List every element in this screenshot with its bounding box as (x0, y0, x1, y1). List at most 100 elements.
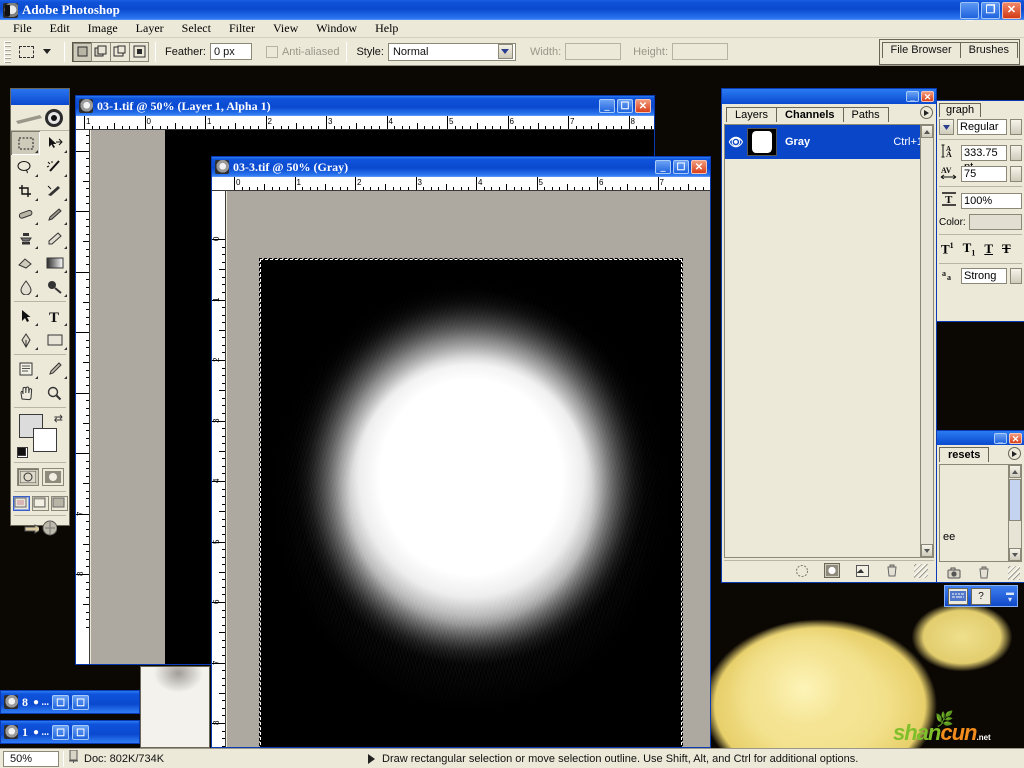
presets-list[interactable]: ee (939, 464, 1022, 562)
scroll-down-button[interactable] (1009, 548, 1021, 561)
doc1-maximize-button[interactable]: ☐ (617, 99, 633, 113)
new-selection-button[interactable] (72, 41, 92, 62)
default-colors-icon[interactable] (17, 447, 28, 458)
eyedropper-tool[interactable] (40, 357, 69, 381)
full-screen-menu-mode-button[interactable] (31, 496, 49, 511)
tab-paragraph[interactable]: graph (939, 103, 982, 117)
menu-item-image[interactable]: Image (79, 20, 127, 37)
min8-restore-button[interactable]: ☐ (52, 694, 70, 710)
path-selection-tool[interactable] (11, 304, 40, 328)
options-bar-grip[interactable] (4, 40, 11, 63)
gradient-tool[interactable] (40, 251, 69, 275)
min8-maximize-button[interactable]: ☐ (72, 694, 90, 710)
scroll-up-button[interactable] (1009, 465, 1021, 478)
delete-preset-icon[interactable] (977, 565, 991, 580)
presets-minimize-button[interactable]: _ (994, 432, 1007, 444)
chevron-down-icon[interactable] (497, 44, 513, 59)
document-window-03-3[interactable]: 03-3.tif @ 50% (Gray) _ ☐ ✕ 01234567 012… (211, 156, 711, 748)
create-new-preset-icon[interactable] (947, 565, 961, 580)
channels-scrollbar[interactable] (920, 125, 933, 557)
menu-item-view[interactable]: View (264, 20, 307, 37)
palette-resize-grip[interactable] (914, 563, 928, 578)
blur-tool[interactable] (11, 275, 40, 299)
add-to-selection-button[interactable] (91, 41, 111, 62)
document-info[interactable]: Doc: 802K/734K (68, 749, 368, 767)
notes-tool[interactable] (11, 357, 40, 381)
width-input[interactable] (565, 43, 622, 60)
font-style-input[interactable]: Regular (957, 119, 1007, 135)
brush-tool[interactable] (40, 203, 69, 227)
minimized-document-8[interactable]: 8 ● ... ☐ ☐ (0, 690, 140, 714)
eraser-tool[interactable] (11, 251, 40, 275)
intersect-with-selection-button[interactable] (129, 41, 149, 62)
superscript-button[interactable]: T1 (941, 241, 954, 257)
keyboard-icon[interactable] (948, 587, 968, 605)
doc1-minimize-button[interactable]: _ (599, 99, 615, 113)
jump-to-other-icon[interactable] (41, 520, 57, 535)
zoom-tool[interactable] (40, 381, 69, 405)
underline-button[interactable]: T (984, 241, 993, 257)
language-bar-chevrons[interactable]: ▬ ▾ (1006, 589, 1014, 604)
palette-tab-file-browser[interactable]: File Browser (881, 41, 961, 58)
pen-tool[interactable] (11, 328, 40, 352)
delete-channel-icon[interactable] (884, 563, 900, 578)
full-screen-mode-button[interactable] (50, 496, 68, 511)
restore-button[interactable]: ❐ (981, 1, 1000, 19)
menu-item-edit[interactable]: Edit (41, 20, 79, 37)
standard-mode-button[interactable] (16, 468, 39, 486)
scrollbar-thumb[interactable] (1009, 479, 1021, 521)
help-icon[interactable]: ? (971, 587, 991, 605)
crop-tool[interactable] (11, 179, 40, 203)
doc2-canvas[interactable] (227, 191, 710, 747)
minimized-document-1[interactable]: 1 ● ... ☐ ☐ (0, 720, 140, 744)
palette-menu-icon[interactable] (920, 106, 933, 119)
create-new-channel-icon[interactable] (854, 563, 870, 578)
palette-menu-icon[interactable] (1008, 447, 1021, 460)
vertical-ruler-doc2[interactable]: 012345678 (212, 191, 226, 747)
background-color-swatch[interactable] (33, 428, 57, 452)
style-select[interactable]: Normal (387, 42, 516, 61)
doc2-minimize-button[interactable]: _ (655, 160, 671, 174)
vertical-ruler-doc1[interactable]: 78 (76, 130, 90, 664)
preset-list-item[interactable]: ee (943, 531, 955, 543)
min1-restore-button[interactable]: ☐ (52, 724, 70, 740)
zoom-level-input[interactable]: 50% (3, 750, 59, 767)
toolbox-title-bar[interactable] (11, 89, 69, 105)
doc2-maximize-button[interactable]: ☐ (673, 160, 689, 174)
menu-item-help[interactable]: Help (366, 20, 407, 37)
lasso-tool[interactable] (11, 155, 40, 179)
magic-wand-tool[interactable] (40, 155, 69, 179)
doc2-close-button[interactable]: ✕ (691, 160, 707, 174)
menu-item-layer[interactable]: Layer (127, 20, 173, 37)
height-input[interactable] (672, 43, 729, 60)
anti-aliased-checkbox-group[interactable]: Anti-aliased (265, 45, 339, 58)
font-style-chevron-icon[interactable] (1010, 119, 1022, 135)
dodge-tool[interactable] (40, 275, 69, 299)
eye-icon[interactable]: 👁 (725, 135, 747, 149)
subtract-from-selection-button[interactable] (110, 41, 130, 62)
horizontal-ruler-doc2[interactable]: 01234567 (212, 177, 710, 191)
channel-row-gray[interactable]: 👁 Gray Ctrl+1 (725, 125, 933, 159)
presets-scrollbar[interactable] (1008, 465, 1021, 561)
quick-mask-mode-button[interactable] (41, 468, 64, 486)
palette-resize-grip[interactable] (1007, 565, 1021, 580)
text-color-swatch[interactable] (968, 214, 1022, 230)
language-bar[interactable]: ? ▬ ▾ (944, 585, 1018, 607)
close-button[interactable]: ✕ (1002, 1, 1021, 19)
status-expand-arrow-icon[interactable] (368, 753, 375, 764)
standard-screen-mode-button[interactable] (12, 496, 30, 511)
slice-tool[interactable] (40, 179, 69, 203)
channels-palette-title-bar[interactable]: _ ✕ (722, 89, 936, 104)
menu-item-select[interactable]: Select (173, 20, 220, 37)
channels-close-button[interactable]: ✕ (921, 91, 934, 102)
tab-paths[interactable]: Paths (842, 107, 889, 122)
hand-tool[interactable] (11, 381, 40, 405)
horizontal-ruler-doc1[interactable]: 1012345678 (76, 116, 654, 130)
tool-preset-chevron-down-icon[interactable] (43, 49, 51, 54)
tab-tool-presets[interactable]: resets (939, 447, 990, 462)
rectangular-marquee-tool[interactable] (11, 131, 40, 155)
swap-colors-icon[interactable]: ⇄ (54, 412, 63, 425)
current-tool-icon[interactable] (15, 42, 37, 62)
background-thumbnail-window[interactable] (140, 666, 210, 748)
menu-item-file[interactable]: File (4, 20, 41, 37)
